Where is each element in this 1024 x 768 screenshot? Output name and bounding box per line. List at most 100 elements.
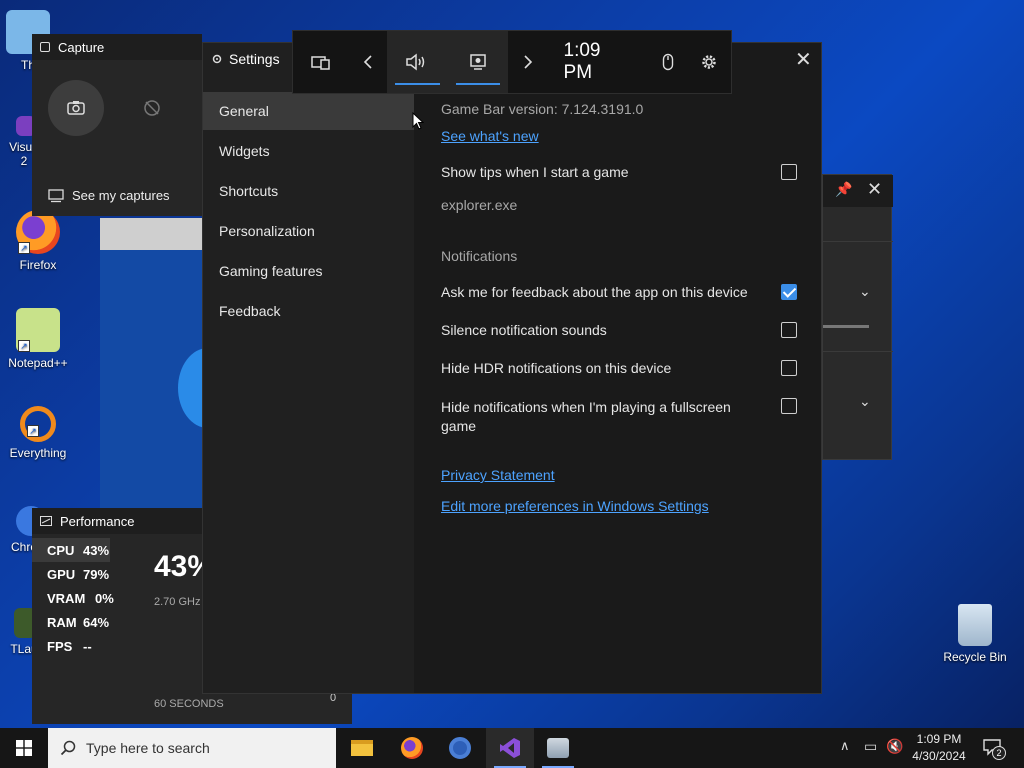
- chevron-down-icon[interactable]: ⌄: [859, 283, 871, 300]
- capture-widget-title: Capture: [58, 39, 105, 55]
- close-settings-button[interactable]: ✕: [795, 47, 812, 72]
- network-icon[interactable]: ▭: [864, 738, 877, 755]
- perf-key: VRAM: [47, 590, 86, 606]
- pin-icon[interactable]: 📌: [835, 181, 852, 198]
- everything-search-icon: ↗: [20, 406, 56, 442]
- hdr-option-checkbox[interactable]: [781, 360, 797, 376]
- audio-widget-panel: 📌 ✕ ⌄ ⌄: [822, 174, 893, 460]
- taskbar-clock[interactable]: 1:09 PM 4/30/2024: [906, 731, 972, 765]
- scroll-right-button[interactable]: [508, 31, 547, 93]
- taskbar-control-panel[interactable]: [534, 728, 582, 768]
- perf-row-cpu[interactable]: CPU 43%: [32, 538, 110, 562]
- process-name: explorer.exe: [441, 197, 518, 213]
- chevron-down-icon[interactable]: ⌄: [859, 393, 871, 410]
- settings-sidebar: Settings General Widgets Shortcuts Perso…: [203, 43, 414, 693]
- nav-label: Widgets: [219, 143, 270, 159]
- hdr-option-label: Hide HDR notifications on this device: [441, 360, 672, 376]
- feedback-option-label: Ask me for feedback about the app on thi…: [441, 284, 748, 300]
- nav-item-feedback[interactable]: Feedback: [203, 292, 414, 330]
- desktop-icon-recycle-bin[interactable]: Recycle Bin: [937, 604, 1013, 664]
- chevron-up-icon[interactable]: ∧: [840, 738, 850, 754]
- nav-item-widgets[interactable]: Widgets: [203, 132, 414, 170]
- nav-label: Gaming features: [219, 263, 323, 279]
- perf-value: --: [83, 638, 92, 654]
- shortcut-arrow-icon: ↗: [27, 425, 39, 437]
- show-tips-checkbox[interactable]: [781, 164, 797, 180]
- nav-item-personalization[interactable]: Personalization: [203, 212, 414, 250]
- camera-icon: [67, 101, 85, 115]
- perf-row-ram[interactable]: RAM 64%: [32, 610, 202, 634]
- capture-widget-header: Capture: [32, 34, 202, 60]
- search-icon: [60, 740, 76, 756]
- perf-key: GPU: [47, 566, 76, 582]
- see-my-captures-link[interactable]: See my captures: [48, 188, 170, 203]
- desktop-icon-notepadpp[interactable]: ↗ Notepad++: [0, 308, 76, 370]
- capture-widget-button[interactable]: [447, 31, 509, 93]
- settings-title: Settings: [211, 51, 280, 67]
- desktop-icon-label: Firefox: [19, 258, 57, 272]
- record-last-button[interactable]: [124, 80, 180, 136]
- feedback-option-checkbox[interactable]: [781, 284, 797, 300]
- settings-window: Settings General Widgets Shortcuts Perso…: [202, 42, 822, 694]
- notification-center-button[interactable]: 2: [982, 738, 1006, 760]
- perf-row-fps[interactable]: FPS --: [32, 634, 202, 658]
- windows-logo-icon: [16, 740, 32, 756]
- widget-menu-icon: [311, 56, 331, 70]
- capture-icon: [470, 54, 486, 70]
- screenshot-button[interactable]: [48, 80, 104, 136]
- taskbar-chrome[interactable]: [436, 728, 484, 768]
- taskbar: Type here to search ∧ ▭ 🔇 1:09 PM 4/30/2…: [0, 728, 1024, 768]
- folder-icon: [351, 740, 373, 756]
- taskbar-firefox[interactable]: [388, 728, 436, 768]
- see-whats-new-link[interactable]: See what's new: [441, 128, 539, 144]
- audio-widget-button[interactable]: [386, 31, 448, 93]
- perf-value: 64%: [83, 614, 110, 630]
- volume-muted-icon[interactable]: 🔇: [886, 738, 903, 755]
- start-button[interactable]: [0, 728, 48, 768]
- windows-settings-link[interactable]: Edit more preferences in Windows Setting…: [441, 498, 709, 514]
- speaker-icon: [406, 53, 425, 71]
- settings-title-label: Settings: [229, 51, 280, 67]
- chevron-right-icon: [524, 55, 533, 69]
- silence-option-checkbox[interactable]: [781, 322, 797, 338]
- desktop-icon-label: Notepad++: [8, 356, 68, 370]
- capture-widget: Capture See my captures: [32, 34, 202, 216]
- privacy-statement-link[interactable]: Privacy Statement: [441, 467, 555, 483]
- shortcut-arrow-icon: ↗: [18, 340, 30, 352]
- perf-axis-label: 60 SECONDS: [154, 698, 224, 710]
- performance-widget-title: Performance: [60, 513, 135, 529]
- desktop-icon-everything[interactable]: ↗ Everything: [0, 406, 76, 460]
- widget-menu-button[interactable]: [293, 31, 350, 93]
- perf-frequency: 2.70 GHz: [154, 596, 201, 608]
- nav-item-gaming-features[interactable]: Gaming features: [203, 252, 414, 290]
- chevron-left-icon: [364, 55, 372, 69]
- perf-key: CPU: [47, 542, 75, 558]
- see-my-captures-label: See my captures: [72, 188, 170, 203]
- audio-widget-header: 📌 ✕: [823, 175, 893, 207]
- fullscreen-option-label: Hide notifications when I'm playing a fu…: [441, 399, 731, 434]
- nav-item-shortcuts[interactable]: Shortcuts: [203, 172, 414, 210]
- desktop-icon-label: Recycle Bin: [943, 650, 1007, 664]
- control-panel-icon: [547, 738, 569, 758]
- scroll-left-button[interactable]: [350, 31, 387, 93]
- fullscreen-option-checkbox[interactable]: [781, 398, 797, 414]
- notepadpp-icon: ↗: [16, 308, 60, 352]
- taskbar-visual-studio[interactable]: [486, 728, 534, 768]
- nav-item-general[interactable]: General: [203, 92, 414, 130]
- desktop-icon-firefox[interactable]: ↗ Firefox: [0, 210, 76, 272]
- volume-slider[interactable]: [823, 325, 869, 328]
- recycle-bin-icon: [958, 604, 992, 646]
- show-tips-label: Show tips when I start a game: [441, 164, 629, 180]
- close-icon[interactable]: ✕: [867, 179, 882, 200]
- mouse-settings-button[interactable]: [649, 31, 688, 93]
- nav-label: General: [219, 103, 269, 119]
- background-window: [100, 218, 238, 508]
- game-bar-version: Game Bar version: 7.124.3191.0: [441, 101, 644, 117]
- chrome-icon: [449, 737, 471, 759]
- gear-icon: [702, 55, 717, 69]
- taskbar-time: 1:09 PM: [916, 732, 962, 746]
- settings-button[interactable]: [688, 31, 731, 93]
- taskbar-file-explorer[interactable]: [338, 728, 386, 768]
- selected-underline: [394, 83, 440, 85]
- taskbar-search-box[interactable]: Type here to search: [48, 728, 336, 768]
